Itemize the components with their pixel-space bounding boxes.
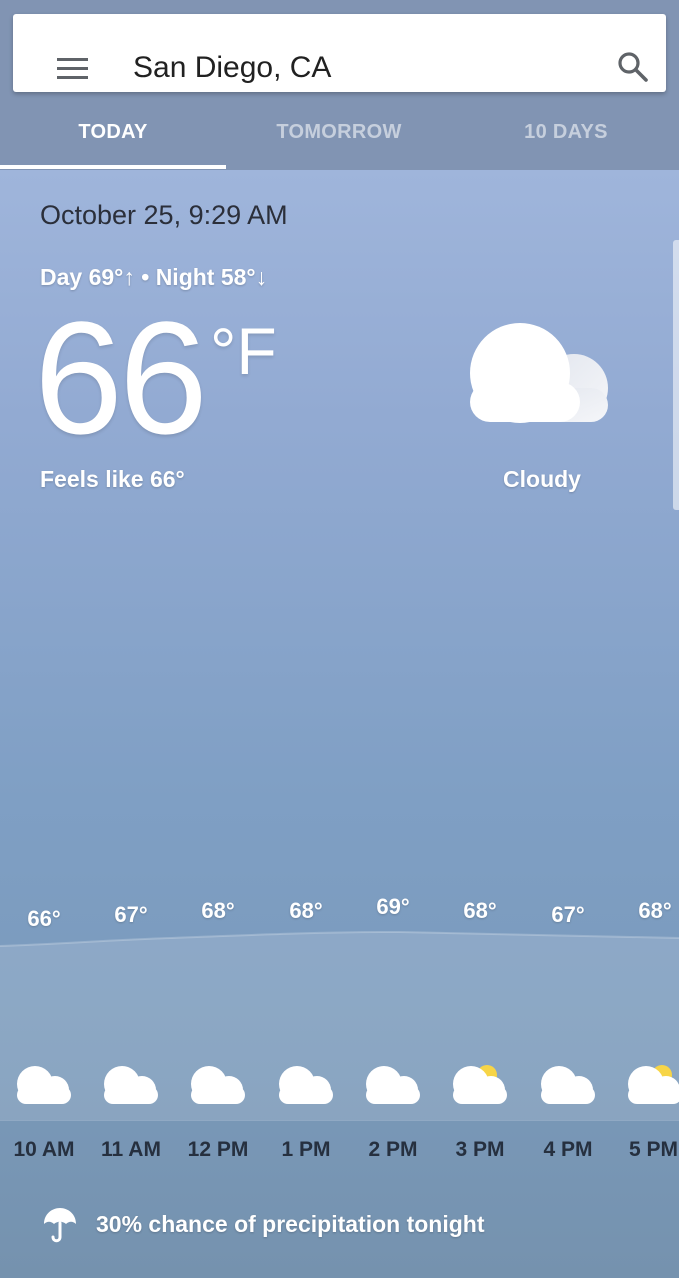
tab-bar: TODAY TOMORROW 10 DAYS: [0, 100, 679, 170]
cloudy-icon: [541, 1066, 595, 1104]
hour-temp-2pm: 69°: [376, 894, 410, 919]
hour-label-10am: 10 AM: [13, 1138, 75, 1161]
hour-temp-4pm: 67°: [551, 902, 585, 927]
edge-panel-handle[interactable]: [673, 240, 679, 510]
hour-label-12pm: 12 PM: [187, 1138, 249, 1161]
hour-temp-11am: 67°: [114, 902, 148, 927]
hour-label-4pm: 4 PM: [543, 1138, 593, 1161]
cloudy-icon: [17, 1066, 71, 1104]
cloudy-icon: [366, 1066, 420, 1104]
hour-temp-1pm: 68°: [289, 898, 323, 923]
hour-temp-10am: 66°: [27, 906, 61, 931]
active-tab-indicator: [0, 165, 226, 169]
hour-temp-5pm: 68°: [638, 898, 672, 923]
hour-label-2pm: 2 PM: [368, 1138, 418, 1161]
partly-cloudy-icon: [628, 1065, 679, 1104]
tab-today[interactable]: TODAY: [0, 100, 226, 166]
menu-icon[interactable]: [57, 58, 89, 80]
current-temperature: 66: [34, 288, 208, 467]
feels-like: Feels like 66°: [40, 466, 185, 492]
hourly-divider: [0, 1120, 679, 1121]
hour-temp-12pm: 68°: [201, 898, 235, 923]
umbrella-icon: [44, 1208, 76, 1243]
cloudy-icon: [191, 1066, 245, 1104]
precipitation-chance: 30% chance of precipitation tonight: [96, 1211, 485, 1237]
partly-cloudy-icon: [453, 1065, 507, 1104]
search-icon[interactable]: [616, 50, 650, 84]
cloudy-icon: [470, 323, 608, 423]
condition-label: Cloudy: [503, 466, 581, 492]
hour-temp-3pm: 68°: [463, 898, 497, 923]
hour-label-3pm: 3 PM: [455, 1138, 505, 1161]
cloudy-icon: [279, 1066, 333, 1104]
temperature-unit[interactable]: °F: [210, 316, 277, 386]
hour-label-5pm: 5 PM: [629, 1138, 679, 1161]
tab-tomorrow[interactable]: TOMORROW: [226, 100, 452, 166]
location-input[interactable]: San Diego, CA: [133, 50, 331, 86]
current-datetime: October 25, 9:29 AM: [40, 200, 288, 230]
tab-10-days[interactable]: 10 DAYS: [453, 100, 679, 166]
hour-label-11am: 11 AM: [101, 1138, 161, 1161]
day-night-range: Day 69°↑ • Night 58°↓: [40, 264, 268, 290]
cloudy-icon: [104, 1066, 158, 1104]
app-header: San Diego, CA TODAY TOMORROW 10 DAYS: [0, 0, 679, 170]
search-bar[interactable]: San Diego, CA: [13, 14, 666, 92]
hour-label-1pm: 1 PM: [281, 1138, 331, 1161]
